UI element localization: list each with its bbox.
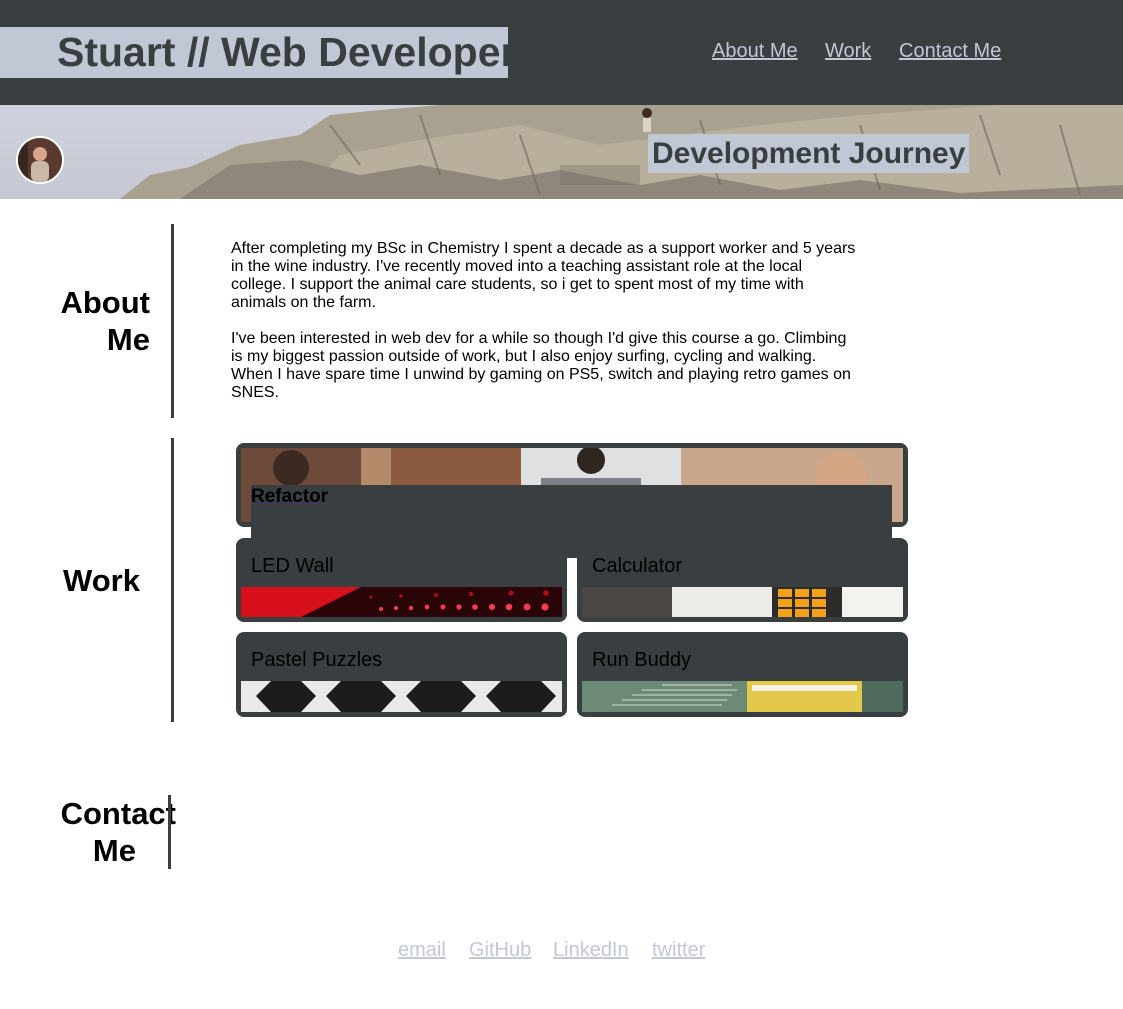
hero-title: Development Journey (648, 134, 970, 173)
project-image-calculator (582, 587, 903, 617)
featured-project-link[interactable]: Refactor (251, 486, 328, 508)
project-title-run-buddy: Run Buddy (592, 649, 691, 671)
project-card-calculator[interactable]: Calculator (577, 538, 908, 622)
project-title-calculator: Calculator (592, 555, 683, 577)
contact-heading: Contact Me (40, 795, 176, 869)
contact-heading-line1: Contact (60, 796, 176, 831)
about-heading-line2: Me (106, 322, 150, 357)
contact-divider (168, 795, 171, 869)
contact-link-twitter[interactable]: twitter (652, 939, 705, 962)
project-image-led-wall (241, 587, 562, 617)
about-text: After completing my BSc in Chemistry I s… (231, 240, 856, 420)
project-title-led-wall: LED Wall (251, 555, 334, 577)
site-header: Stuart // Web Developer About Me Work Co… (0, 0, 1123, 105)
led-lights-photo (241, 587, 562, 617)
project-card-led-wall[interactable]: LED Wall (236, 538, 567, 622)
about-heading: About Me (40, 284, 150, 358)
contact-link-github[interactable]: GitHub (469, 939, 531, 962)
project-card-run-buddy[interactable]: Run Buddy (577, 632, 908, 717)
contact-link-linkedin[interactable]: LinkedIn (553, 939, 629, 962)
work-divider (171, 438, 174, 722)
calculator-photo (582, 587, 903, 617)
nav-link-work[interactable]: Work (825, 40, 871, 63)
code-screenshot-photo (582, 681, 903, 712)
nav-link-contact[interactable]: Contact Me (899, 40, 1001, 63)
nav-link-about[interactable]: About Me (712, 40, 798, 63)
about-heading-line1: About (60, 285, 150, 320)
contact-links: email GitHub LinkedIn twitter (0, 939, 1123, 963)
project-title-pastel-puzzles: Pastel Puzzles (251, 649, 383, 671)
project-image-run-buddy (582, 681, 903, 712)
contact-heading-line2: Me (92, 833, 136, 868)
avatar (16, 136, 64, 184)
about-paragraph: After completing my BSc in Chemistry I s… (231, 240, 856, 311)
profile-photo-icon (18, 138, 62, 182)
about-divider (171, 224, 174, 418)
about-paragraph: I've been interested in web dev for a wh… (231, 330, 851, 401)
contact-link-email[interactable]: email (398, 939, 446, 962)
project-card-pastel-puzzles[interactable]: Pastel Puzzles (236, 632, 567, 717)
project-image-pastel-puzzles (241, 681, 562, 712)
site-title: Stuart // Web Developer (0, 27, 516, 78)
chevron-pattern-photo (241, 681, 562, 712)
work-heading: Work (63, 563, 140, 598)
